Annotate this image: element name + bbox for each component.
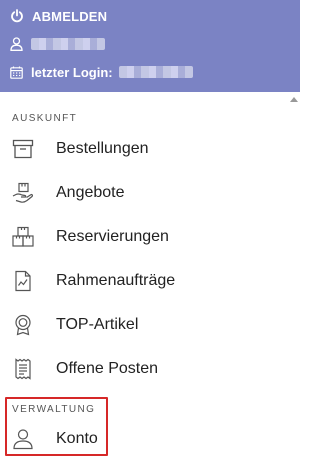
menu-item-reservierungen[interactable]: Reservierungen — [0, 217, 280, 257]
last-login: letzter Login: — [10, 62, 193, 82]
menu-item-top-artikel[interactable]: TOP-Artikel — [0, 305, 280, 345]
calendar-icon — [10, 66, 23, 79]
power-icon — [10, 9, 24, 23]
menu-item-label: Angebote — [56, 184, 125, 201]
stacked-boxes-icon — [12, 226, 34, 248]
menu-item-angebote[interactable]: Angebote — [0, 173, 280, 213]
menu-item-rahmenauftraege[interactable]: Rahmenaufträge — [0, 261, 280, 301]
menu-item-bestellungen[interactable]: Bestellungen — [0, 129, 280, 169]
archive-box-icon — [12, 138, 34, 160]
last-login-redacted — [118, 66, 193, 78]
menu-item-label: Reservierungen — [56, 228, 169, 245]
current-user — [10, 34, 105, 54]
section-label-auskunft: AUSKUNFT — [12, 113, 78, 124]
username-redacted — [31, 38, 105, 50]
hand-package-icon — [12, 182, 34, 204]
menu-item-offene-posten[interactable]: Offene Posten — [0, 349, 280, 389]
logout-label: ABMELDEN — [32, 8, 108, 24]
menu-item-label: Rahmenaufträge — [56, 272, 176, 289]
logout-button[interactable]: ABMELDEN — [10, 6, 107, 26]
menu-item-label: Offene Posten — [56, 360, 158, 377]
document-chart-icon — [12, 270, 34, 292]
award-badge-icon — [12, 314, 34, 336]
user-icon — [10, 37, 23, 51]
sidebar-header: ABMELDEN letzter Login: — [0, 0, 300, 92]
menu-item-label: TOP-Artikel — [56, 316, 139, 333]
highlight-box — [5, 397, 108, 456]
receipt-icon — [12, 358, 34, 380]
menu-item-label: Bestellungen — [56, 140, 149, 157]
last-login-label: letzter Login: — [31, 64, 113, 80]
